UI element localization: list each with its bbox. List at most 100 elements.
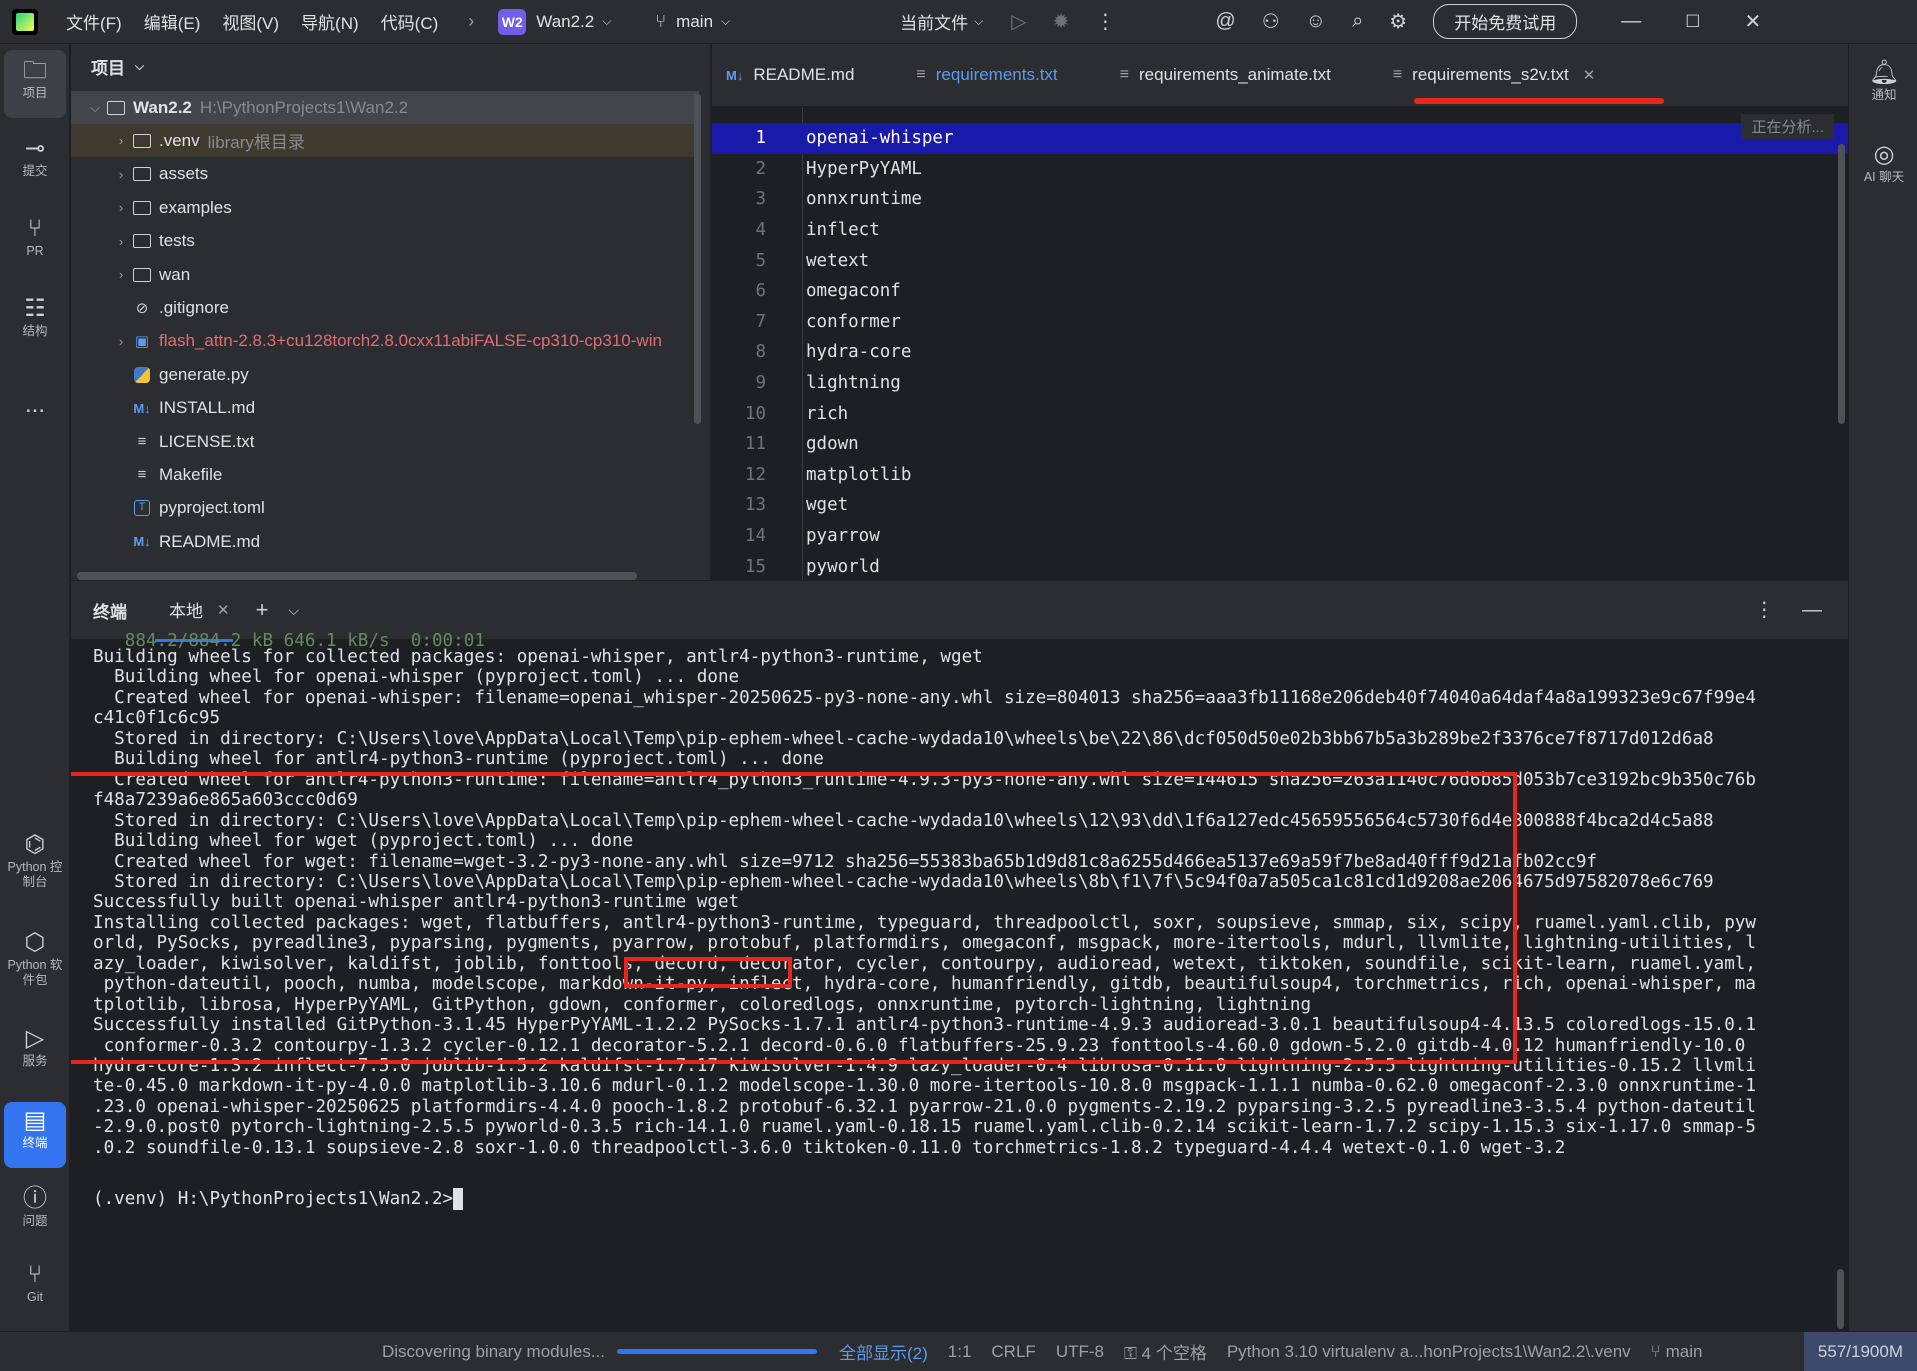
python-console-tool-button[interactable]: ⌬ Python 控制台 — [4, 830, 66, 904]
chevron-down-icon[interactable]: ⌵ — [135, 59, 144, 74]
more-menus-chevron-icon[interactable]: › — [468, 11, 474, 32]
close-tab-icon[interactable]: ✕ — [217, 601, 230, 619]
chevron-down-icon[interactable]: ⌵ — [721, 14, 730, 29]
folder-icon — [131, 133, 153, 148]
ai-chat-button[interactable]: ◎ AI 聊天 — [1853, 140, 1915, 214]
line-separator[interactable]: CRLF — [991, 1342, 1035, 1362]
code-line[interactable]: 8 hydra-core — [712, 337, 1848, 368]
terminal-tab-local[interactable]: 本地 — [155, 597, 233, 642]
tree-item[interactable]: generate.py — [71, 358, 699, 391]
chevron-right-icon[interactable]: › — [111, 200, 131, 215]
caret-position[interactable]: 1:1 — [948, 1342, 972, 1362]
notifications-button[interactable]: 🔔︎ 通知 — [1853, 58, 1915, 118]
commit-tool-button[interactable]: ⊸ 提交 — [4, 134, 66, 194]
terminal-options-icon[interactable]: ⋮ — — [1754, 597, 1822, 622]
git-branch-status[interactable]: ⑂ main — [1651, 1342, 1703, 1362]
code-line[interactable]: 11 gdown — [712, 429, 1848, 460]
tree-item[interactable]: › wan — [71, 258, 699, 291]
git-tool-button[interactable]: ⑂ Git — [4, 1260, 66, 1320]
file-encoding[interactable]: UTF-8 — [1056, 1342, 1104, 1362]
tree-item[interactable]: › .venv library根目录 — [71, 124, 699, 158]
tree-item[interactable]: ≡ LICENSE.txt — [71, 425, 699, 458]
code-line[interactable]: 7 conformer — [712, 307, 1848, 338]
chevron-right-icon[interactable]: › — [111, 167, 131, 182]
memory-indicator[interactable]: 557/1900M — [1803, 1331, 1917, 1371]
code-line[interactable]: 13 wget — [712, 490, 1848, 521]
tree-item[interactable]: M↓ README.md — [71, 525, 699, 558]
code-line[interactable]: 1 openai-whisper — [712, 123, 1848, 154]
structure-tool-button[interactable]: ☷ 结构 — [4, 294, 66, 354]
debug-icon[interactable]: ✹ — [1053, 9, 1070, 34]
show-all-tasks-link[interactable]: 全部显示(2) — [839, 1339, 928, 1364]
tab-requirements-animate[interactable]: ≡ requirements_animate.txt — [1120, 65, 1331, 85]
search-icon[interactable]: ⌕ — [1352, 10, 1363, 33]
chevron-down-icon[interactable]: ⌵ — [288, 602, 299, 619]
ai-assistant-icon[interactable]: @ — [1215, 10, 1235, 33]
chevron-down-icon[interactable]: ⌵ — [85, 100, 105, 116]
minimize-icon[interactable]: — — [1621, 10, 1641, 33]
menu-edit[interactable]: 编辑(E) — [144, 9, 201, 34]
project-panel-header[interactable]: 项目 ⌵ — [71, 44, 710, 88]
tab-readme[interactable]: M↓ README.md — [726, 65, 854, 85]
code-line[interactable]: 4 inflect — [712, 215, 1848, 246]
python-interpreter[interactable]: Python 3.10 virtualenv a...honProjects1\… — [1227, 1342, 1631, 1362]
code-line[interactable]: 2 HyperPyYAML — [712, 154, 1848, 185]
chevron-down-icon[interactable]: ⌵ — [602, 14, 611, 29]
chevron-down-icon[interactable]: ⌵ — [974, 14, 983, 29]
project-switcher[interactable]: Wan2.2 — [536, 12, 594, 32]
code-line[interactable]: 15 pyworld — [712, 551, 1848, 580]
pull-request-tool-button[interactable]: ⑂ PR — [4, 214, 66, 274]
more-tools-button[interactable]: ... — [4, 390, 66, 420]
code-line[interactable]: 12 matplotlib — [712, 460, 1848, 491]
code-line[interactable]: 6 omegaconf — [712, 276, 1848, 307]
code-line[interactable]: 9 lightning — [712, 368, 1848, 399]
maximize-icon[interactable]: ☐ — [1685, 12, 1700, 32]
run-icon[interactable]: ▷ — [1011, 9, 1026, 34]
background-task[interactable]: Discovering binary modules... — [382, 1342, 605, 1362]
tree-item[interactable]: › assets — [71, 158, 699, 191]
more-actions-icon[interactable]: ⋮ — [1095, 9, 1115, 34]
project-tool-button[interactable]: 🗀 项目 — [4, 50, 66, 118]
problems-tool-button[interactable]: ⓘ 问题 — [4, 1184, 66, 1244]
menu-view[interactable]: 视图(V) — [222, 9, 279, 34]
new-terminal-icon[interactable]: + — [256, 597, 269, 623]
copilot-icon[interactable]: ☺ — [1306, 10, 1326, 33]
gear-icon[interactable]: ⚙ — [1389, 9, 1407, 34]
services-tool-button[interactable]: ▷ 服务 — [4, 1024, 66, 1084]
menu-navigate[interactable]: 导航(N) — [301, 9, 359, 34]
tree-item[interactable]: ⊘ .gitignore — [71, 291, 699, 324]
start-free-trial-button[interactable]: 开始免费试用 — [1433, 4, 1578, 39]
add-user-icon[interactable]: ⚇ — [1262, 9, 1280, 34]
python-packages-tool-button[interactable]: ⬡ Python 软件包 — [4, 928, 66, 1002]
tree-item[interactable]: › tests — [71, 225, 699, 258]
tree-item[interactable]: › ▣ flash_attn-2.8.3+cu128torch2.8.0cxx11a… — [71, 325, 699, 358]
menu-code[interactable]: 代码(C) — [381, 9, 439, 34]
menu-file[interactable]: 文件(F) — [66, 9, 122, 34]
tree-item[interactable]: ⌵ Wan2.2 H:\PythonProjects1\Wan2.2 — [71, 91, 699, 124]
terminal-scrollbar[interactable] — [1837, 1269, 1844, 1329]
horizontal-scrollbar[interactable] — [77, 572, 637, 580]
tree-item[interactable]: Tpyproject.toml — [71, 492, 699, 525]
run-config-selector[interactable]: 当前文件 — [900, 9, 968, 34]
tab-requirements[interactable]: ≡ requirements.txt — [916, 65, 1057, 85]
terminal-tool-button[interactable]: ▤ 终端 — [4, 1102, 66, 1168]
code-line[interactable]: 3 onnxruntime — [712, 184, 1848, 215]
chevron-right-icon[interactable]: › — [111, 234, 131, 249]
indent-setting[interactable]: ⚿ 4 个空格 — [1124, 1339, 1207, 1364]
vertical-scrollbar[interactable] — [694, 94, 701, 424]
close-icon[interactable]: ✕ — [1744, 9, 1761, 34]
code-line[interactable]: 5 wetext — [712, 245, 1848, 276]
chevron-right-icon[interactable]: › — [111, 133, 131, 148]
branch-switcher[interactable]: main — [676, 12, 713, 32]
tree-item[interactable]: M↓ INSTALL.md — [71, 392, 699, 425]
tree-item[interactable]: › examples — [71, 191, 699, 224]
tree-item[interactable]: ≡ Makefile — [71, 458, 699, 491]
editor-scrollbar[interactable] — [1838, 144, 1845, 424]
tree-item-label: INSTALL.md — [159, 398, 256, 418]
chevron-right-icon[interactable]: › — [111, 334, 131, 349]
code-line[interactable]: 14 pyarrow — [712, 521, 1848, 552]
tab-requirements-s2v[interactable]: ≡ requirements_s2v.txt ✕ — [1393, 65, 1595, 85]
code-line[interactable]: 10 rich — [712, 398, 1848, 429]
close-tab-icon[interactable]: ✕ — [1583, 66, 1596, 84]
chevron-right-icon[interactable]: › — [111, 267, 131, 282]
